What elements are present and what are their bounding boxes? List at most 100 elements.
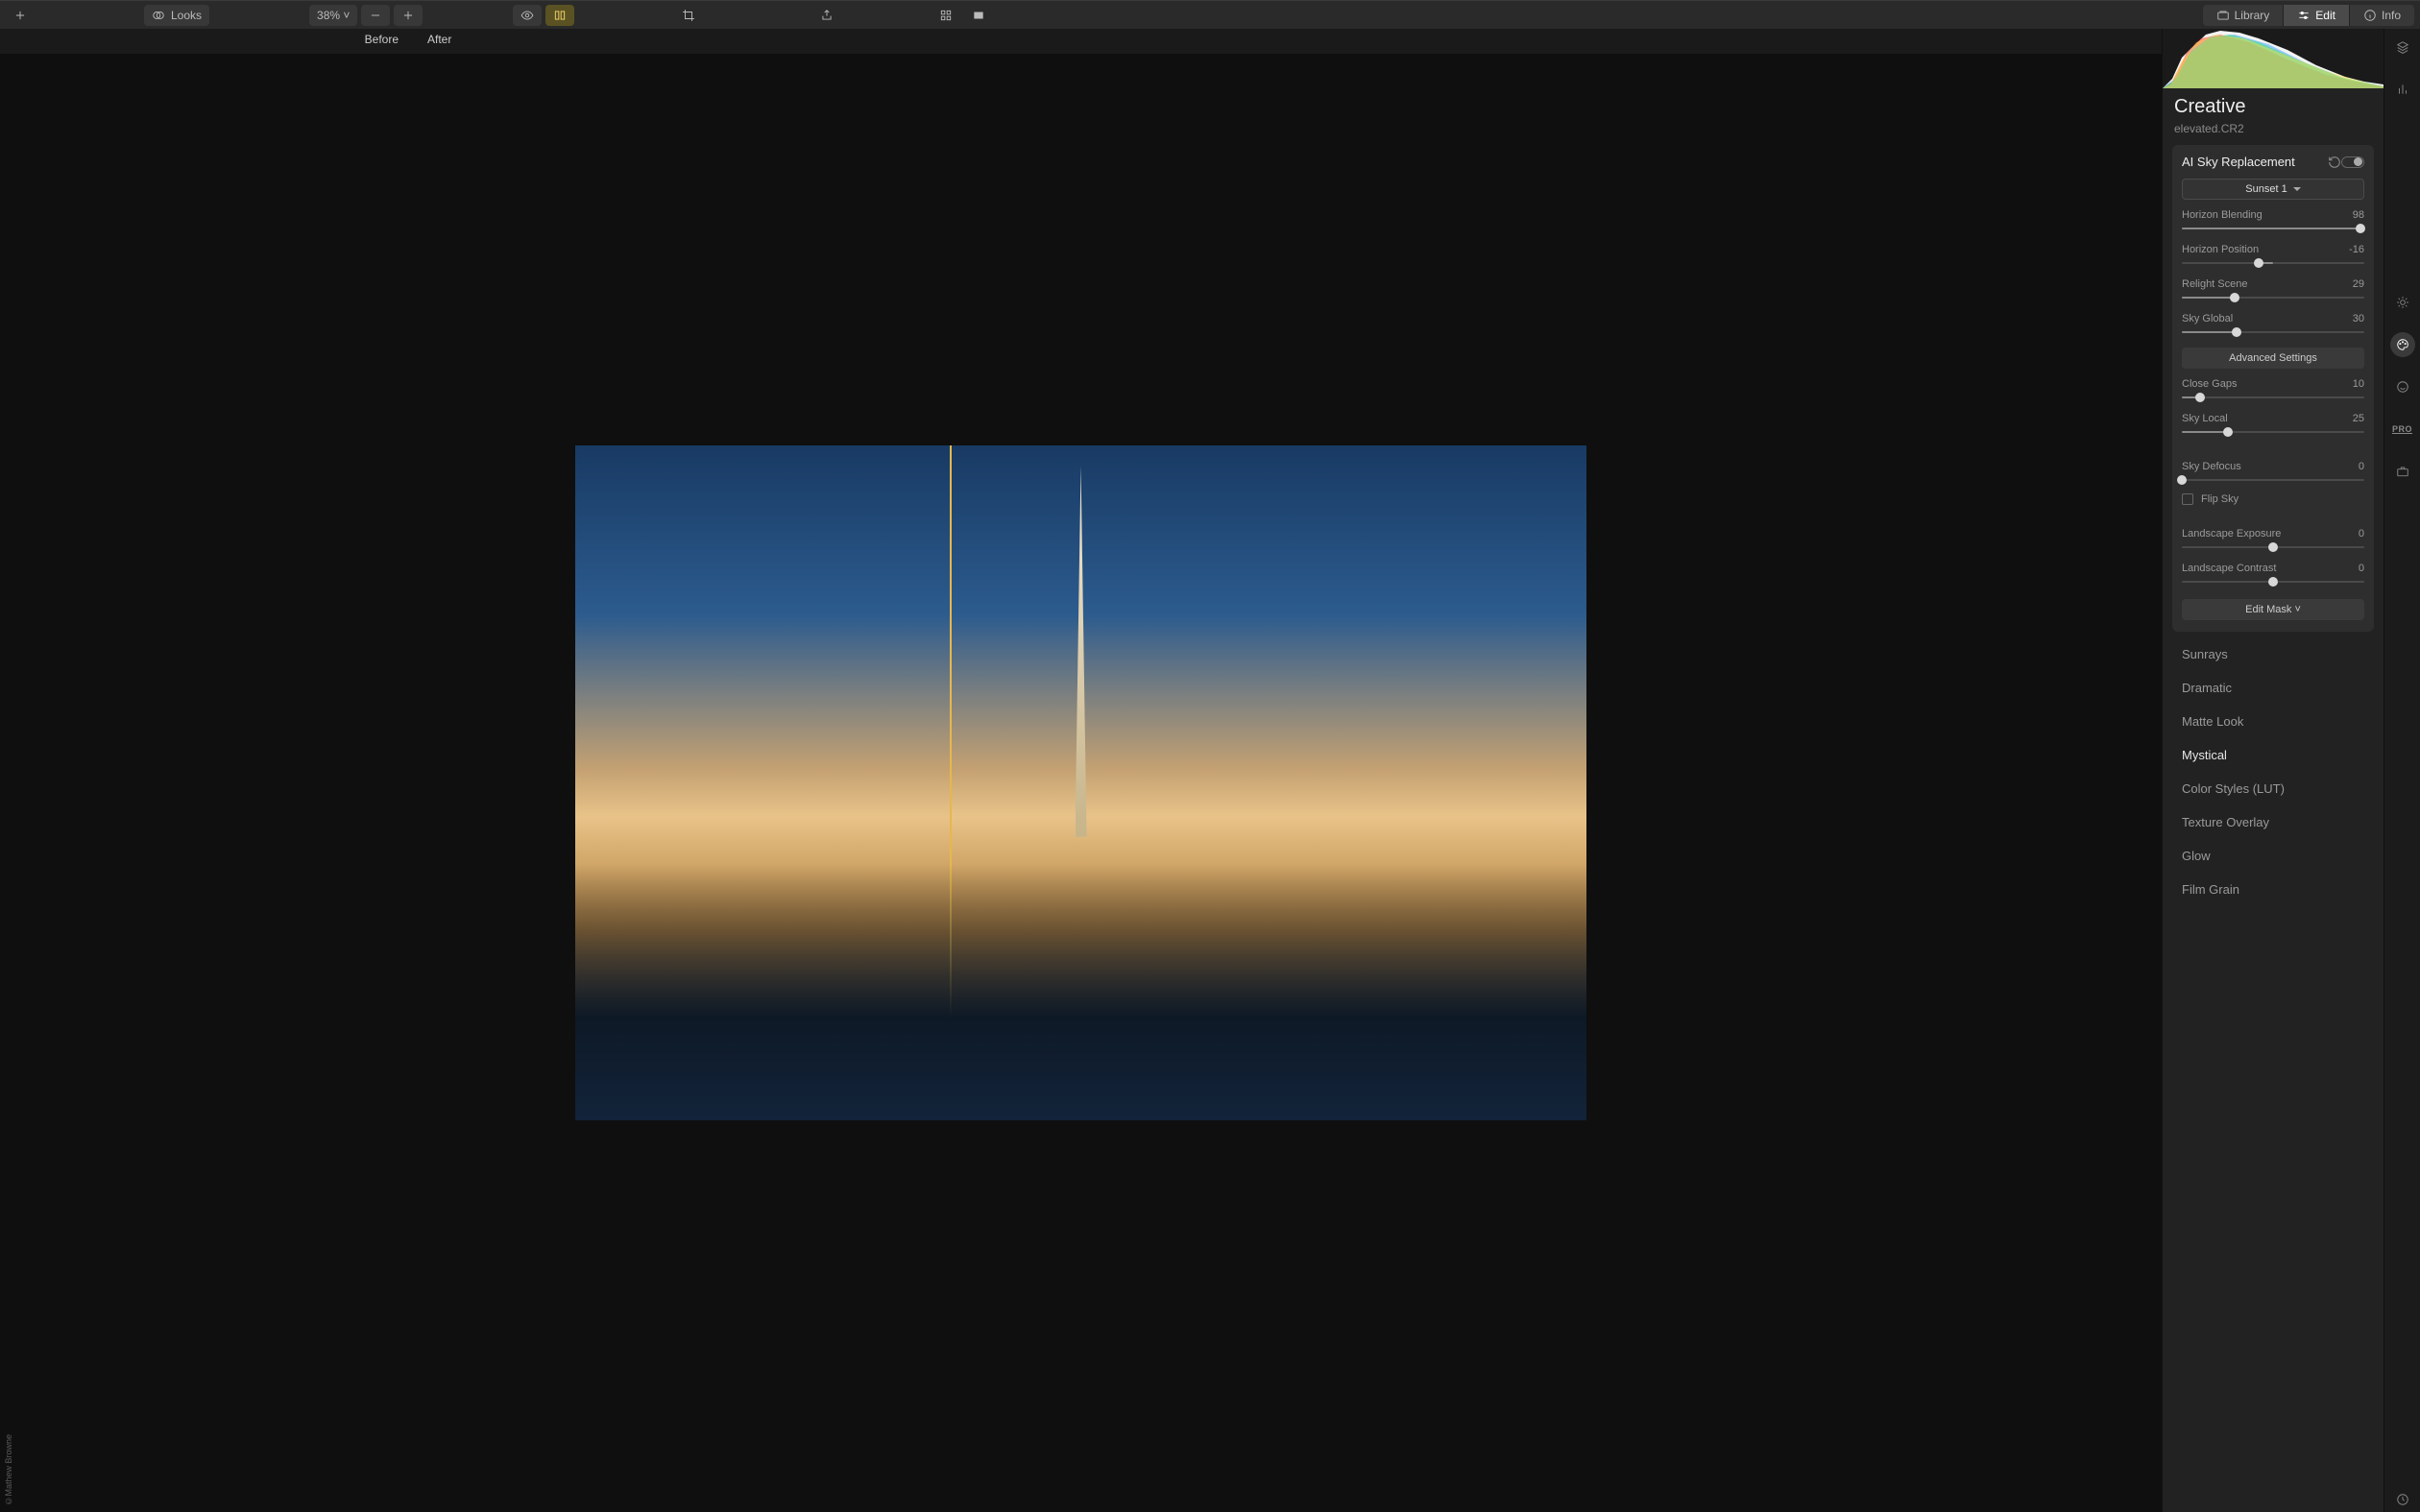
filter-item[interactable]: Matte Look bbox=[2168, 705, 2378, 738]
filter-item[interactable]: Dramatic bbox=[2168, 671, 2378, 705]
rail-portrait[interactable] bbox=[2390, 374, 2415, 399]
slider-landscape: Landscape Exposure 0 bbox=[2182, 528, 2364, 553]
advanced-settings-button[interactable]: Advanced Settings bbox=[2182, 348, 2364, 369]
slider-thumb[interactable] bbox=[2356, 224, 2365, 233]
slider-value: 0 bbox=[2359, 563, 2364, 574]
slider-track[interactable] bbox=[2182, 292, 2364, 303]
reset-icon[interactable] bbox=[2328, 156, 2341, 169]
compare-divider[interactable] bbox=[950, 445, 952, 1120]
slider-label: Relight Scene bbox=[2182, 278, 2248, 290]
rail-utility[interactable] bbox=[2390, 459, 2415, 484]
filter-item[interactable]: Mystical bbox=[2168, 738, 2378, 772]
slider-track[interactable] bbox=[2182, 257, 2364, 269]
slider-main: Relight Scene 29 bbox=[2182, 278, 2364, 303]
filter-item[interactable]: Texture Overlay bbox=[2168, 805, 2378, 839]
slider-track[interactable] bbox=[2182, 474, 2364, 486]
zoom-display[interactable]: 38% ˅ bbox=[309, 5, 357, 26]
slider-value: -16 bbox=[2349, 244, 2364, 255]
filter-item[interactable]: Film Grain bbox=[2168, 873, 2378, 906]
slider-value: 30 bbox=[2353, 313, 2364, 324]
grid-icon bbox=[939, 9, 953, 22]
slider-label: Sky Local bbox=[2182, 413, 2228, 424]
slider-main: Sky Global 30 bbox=[2182, 313, 2364, 338]
slider-thumb[interactable] bbox=[2268, 577, 2278, 587]
add-button[interactable] bbox=[6, 5, 35, 26]
slider-label: Sky Global bbox=[2182, 313, 2233, 324]
tower-shape bbox=[1076, 466, 1087, 837]
eye-icon bbox=[520, 9, 534, 22]
crop-button[interactable] bbox=[674, 5, 703, 26]
panel-title: Creative bbox=[2174, 96, 2372, 118]
slider-track[interactable] bbox=[2182, 576, 2364, 588]
tab-info-label: Info bbox=[2382, 9, 2401, 22]
tab-library[interactable]: Library bbox=[2203, 5, 2285, 26]
rail-creative[interactable] bbox=[2390, 332, 2415, 357]
tool-toggle[interactable] bbox=[2341, 156, 2364, 168]
palette-icon bbox=[2396, 338, 2409, 351]
grid-view-button[interactable] bbox=[932, 5, 960, 26]
slider-track[interactable] bbox=[2182, 541, 2364, 553]
looks-icon bbox=[152, 9, 165, 22]
panel-header: Creative elevated.CR2 bbox=[2163, 88, 2384, 139]
slider-value: 29 bbox=[2353, 278, 2364, 290]
layers-icon bbox=[2396, 40, 2409, 54]
rail-history[interactable] bbox=[2390, 1487, 2415, 1512]
slider-label: Horizon Position bbox=[2182, 244, 2259, 255]
tool-card-sky-replacement: AI Sky Replacement Sunset 1 Horizon Blen… bbox=[2172, 145, 2374, 632]
sliders-icon bbox=[2297, 9, 2311, 22]
before-label: Before bbox=[365, 33, 399, 46]
filter-item[interactable]: Sunrays bbox=[2168, 637, 2378, 671]
slider-label: Horizon Blending bbox=[2182, 209, 2263, 221]
histogram[interactable] bbox=[2163, 29, 2384, 88]
slider-thumb[interactable] bbox=[2230, 293, 2239, 302]
edit-mask-button[interactable]: Edit Mask ˅ bbox=[2182, 599, 2364, 620]
rail-levels[interactable] bbox=[2390, 77, 2415, 102]
rail-pro[interactable]: PRO bbox=[2390, 417, 2415, 442]
rectangle-icon bbox=[972, 9, 985, 22]
looks-label: Looks bbox=[171, 9, 202, 22]
slider-main: Horizon Blending 98 bbox=[2182, 209, 2364, 234]
info-icon bbox=[2363, 9, 2377, 22]
slider-thumb[interactable] bbox=[2195, 393, 2205, 402]
slider-value: 10 bbox=[2353, 378, 2364, 390]
slider-thumb[interactable] bbox=[2254, 258, 2263, 268]
slider-main: Horizon Position -16 bbox=[2182, 244, 2364, 269]
tool-title: AI Sky Replacement bbox=[2182, 155, 2322, 169]
slider-track[interactable] bbox=[2182, 223, 2364, 234]
sky-preset-select[interactable]: Sunset 1 bbox=[2182, 179, 2364, 200]
filter-item[interactable]: Color Styles (LUT) bbox=[2168, 772, 2378, 805]
looks-button[interactable]: Looks bbox=[144, 5, 209, 26]
slider-track[interactable] bbox=[2182, 426, 2364, 438]
face-icon bbox=[2396, 380, 2409, 394]
after-label: After bbox=[427, 33, 451, 46]
tab-info[interactable]: Info bbox=[2350, 5, 2414, 26]
flip-sky-label: Flip Sky bbox=[2201, 493, 2238, 505]
zoom-in-button[interactable] bbox=[394, 5, 423, 26]
zoom-out-button[interactable] bbox=[361, 5, 390, 26]
rail-essentials[interactable] bbox=[2390, 290, 2415, 315]
slider-extra: Sky Defocus 0 bbox=[2182, 461, 2364, 486]
tab-edit[interactable]: Edit bbox=[2284, 5, 2350, 26]
slider-thumb[interactable] bbox=[2223, 427, 2233, 437]
slider-thumb[interactable] bbox=[2268, 542, 2278, 552]
slider-track[interactable] bbox=[2182, 326, 2364, 338]
briefcase-icon bbox=[2396, 465, 2409, 478]
share-button[interactable] bbox=[812, 5, 841, 26]
sky-preset-label: Sunset 1 bbox=[2245, 183, 2287, 195]
single-view-button[interactable] bbox=[964, 5, 993, 26]
share-icon bbox=[820, 9, 834, 22]
rail-layers[interactable] bbox=[2390, 35, 2415, 60]
canvas[interactable]: ©Mathew Browne bbox=[0, 54, 2162, 1512]
filter-item[interactable]: Glow bbox=[2168, 839, 2378, 873]
slider-value: 25 bbox=[2353, 413, 2364, 424]
slider-track[interactable] bbox=[2182, 392, 2364, 403]
slider-adv: Close Gaps 10 bbox=[2182, 378, 2364, 403]
slider-thumb[interactable] bbox=[2177, 475, 2187, 485]
edit-mask-label: Edit Mask bbox=[2245, 604, 2291, 615]
preview-button[interactable] bbox=[513, 5, 542, 26]
compare-button[interactable] bbox=[545, 5, 574, 26]
slider-adv: Sky Local 25 bbox=[2182, 413, 2364, 438]
flip-sky-checkbox[interactable] bbox=[2182, 493, 2193, 505]
slider-thumb[interactable] bbox=[2232, 327, 2241, 337]
slider-value: 98 bbox=[2353, 209, 2364, 221]
